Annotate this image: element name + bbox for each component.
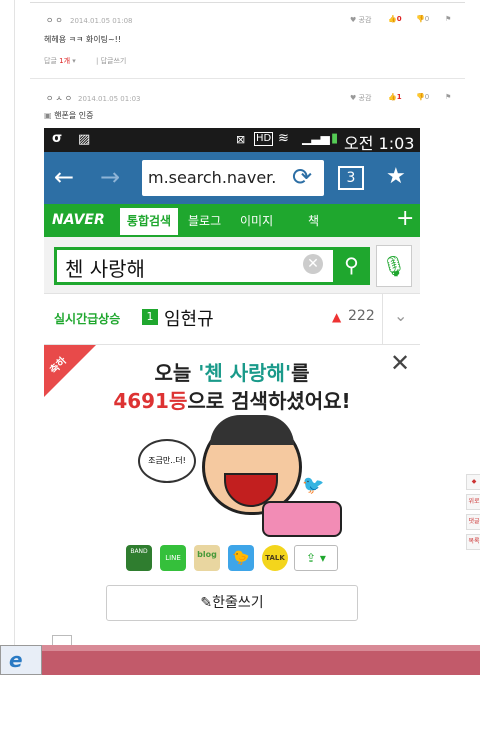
thumb-up-icon: 👍 xyxy=(388,15,397,23)
comment-author: ㅇㅅㅇ xyxy=(46,94,75,103)
chevron-down-icon: ▾ xyxy=(72,57,76,65)
side-top-button[interactable]: 위로 xyxy=(466,494,480,510)
hd-icon: HD xyxy=(254,132,274,146)
report-icon[interactable]: ⚑ xyxy=(445,93,451,101)
up-arrow-icon[interactable]: ◆ xyxy=(466,474,480,490)
headline-1: 오늘 '첸 사랑해'를 xyxy=(154,361,310,385)
tab-integrated[interactable]: 통합검색 xyxy=(120,208,178,235)
search-icon[interactable]: ⚲ xyxy=(333,247,370,285)
search-bar: 첸 사랑해 ✕ ⚲ 🎙 xyxy=(44,237,420,293)
comment-date: 2014.01.05 01:08 xyxy=(70,17,133,25)
realtime-trend[interactable]: 실시간급상승 1 임현규 ▲ 222 ⌄ xyxy=(44,293,420,345)
mic-icon[interactable]: 🎙 xyxy=(376,245,412,287)
more-share-button[interactable]: ⇪ ▾ xyxy=(294,545,338,571)
thumb-up-icon: 👍 xyxy=(388,93,397,101)
tabs-button[interactable]: 3 xyxy=(338,166,364,190)
status-bar: σ ▨ ⊠ HD ≋ ▁▃▅ ▮ 오전 1:03 xyxy=(44,128,420,153)
comment-text: 헤헤용 ㅋㅋ 화이팅~!! xyxy=(44,35,122,44)
side-list-button[interactable]: 목록 xyxy=(466,534,480,550)
tab-image[interactable]: 이미지 xyxy=(240,212,273,229)
taskbar: e xyxy=(0,645,480,675)
recommend-button[interactable]: 👍0 xyxy=(388,15,402,23)
thumb-down-icon: 👎 xyxy=(416,93,425,101)
clear-icon[interactable]: ✕ xyxy=(303,254,323,274)
dislike-button[interactable]: 👎0 xyxy=(416,93,429,101)
dislike-button[interactable]: 👎0 xyxy=(416,15,429,23)
blog-share-icon[interactable]: blog xyxy=(194,545,220,571)
chevron-down-icon[interactable]: ⌄ xyxy=(394,306,407,325)
arrow-up-icon: ▲ xyxy=(332,310,342,324)
tab-book[interactable]: 책 xyxy=(308,212,319,229)
wifi-icon: ≋ xyxy=(278,131,289,146)
naver-nav: NAVER 통합검색 블로그 이미지 책 + xyxy=(44,204,420,237)
top-divider xyxy=(30,2,465,3)
tab-blog[interactable]: 블로그 xyxy=(188,212,221,229)
heart-icon: ♥ xyxy=(350,94,357,102)
bird-icon: 🐦 xyxy=(302,475,325,496)
twitter-share-icon[interactable]: 🐤 xyxy=(228,545,254,571)
write-comment-button[interactable]: ✎한줄쓰기 xyxy=(106,585,358,621)
write-reply-link[interactable]: | 답글쓰기 xyxy=(96,56,126,66)
heart-icon: ♥ xyxy=(350,16,357,24)
refresh-icon[interactable]: ⟳ xyxy=(292,163,312,191)
back-icon[interactable]: ← xyxy=(54,163,74,191)
cartoon-character xyxy=(162,415,342,537)
left-border xyxy=(14,0,15,645)
browser-toolbar: ← → m.search.naver. ⟳ 3 ★ xyxy=(44,152,420,204)
reply-toggle[interactable]: 답글 1개 ▾ xyxy=(44,56,76,66)
band-share-icon[interactable]: BAND xyxy=(126,545,152,571)
comment-author: ㅇㅇ xyxy=(46,16,65,25)
forward-icon[interactable]: → xyxy=(100,163,120,191)
rank-badge: 1 xyxy=(142,309,158,325)
ie-taskbar-button[interactable]: e xyxy=(0,645,42,675)
kakaotalk-share-icon[interactable]: TALK xyxy=(262,545,288,571)
clock: 오전 1:03 xyxy=(344,134,415,153)
comment-date: 2014.01.05 01:03 xyxy=(78,95,141,103)
plus-icon[interactable]: + xyxy=(396,206,414,231)
like-button[interactable]: ♥ 공감 xyxy=(350,15,371,25)
comment-text: ▣ 핸폰을 인증 xyxy=(44,111,94,120)
headline-2: 4691등으로 검색하셨어요! xyxy=(113,389,351,413)
side-comment-button[interactable]: 댓글 xyxy=(466,514,480,530)
attached-screenshot[interactable]: σ ▨ ⊠ HD ≋ ▁▃▅ ▮ 오전 1:03 ← → m.search.na… xyxy=(44,128,420,646)
recommend-button[interactable]: 👍1 xyxy=(388,93,402,101)
like-button[interactable]: ♥ 공감 xyxy=(350,93,371,103)
image-icon: ▣ xyxy=(44,111,52,120)
app-icon: σ xyxy=(52,131,63,146)
search-input[interactable]: 첸 사랑해 ✕ ⚲ xyxy=(54,247,370,285)
internet-explorer-icon: e xyxy=(9,648,23,672)
url-field[interactable]: m.search.naver. ⟳ xyxy=(142,160,324,196)
mute-icon: ⊠ xyxy=(236,133,246,146)
celebration-card: 축하 ✕ 오늘 '첸 사랑해'를 4691등으로 검색하셨어요! 조금만..더!… xyxy=(44,345,420,646)
report-icon[interactable]: ⚑ xyxy=(445,15,451,23)
line-share-icon[interactable]: LINE xyxy=(160,545,186,571)
gallery-icon: ▨ xyxy=(78,132,91,147)
pencil-icon: ✎ xyxy=(200,595,213,611)
naver-logo: NAVER xyxy=(52,212,105,228)
battery-icon: ▮ xyxy=(331,131,339,146)
comment-divider xyxy=(30,78,465,79)
signal-icon: ▁▃▅ xyxy=(302,131,330,145)
bookmark-icon[interactable]: ★ xyxy=(386,164,406,189)
thumb-down-icon: 👎 xyxy=(416,15,425,23)
